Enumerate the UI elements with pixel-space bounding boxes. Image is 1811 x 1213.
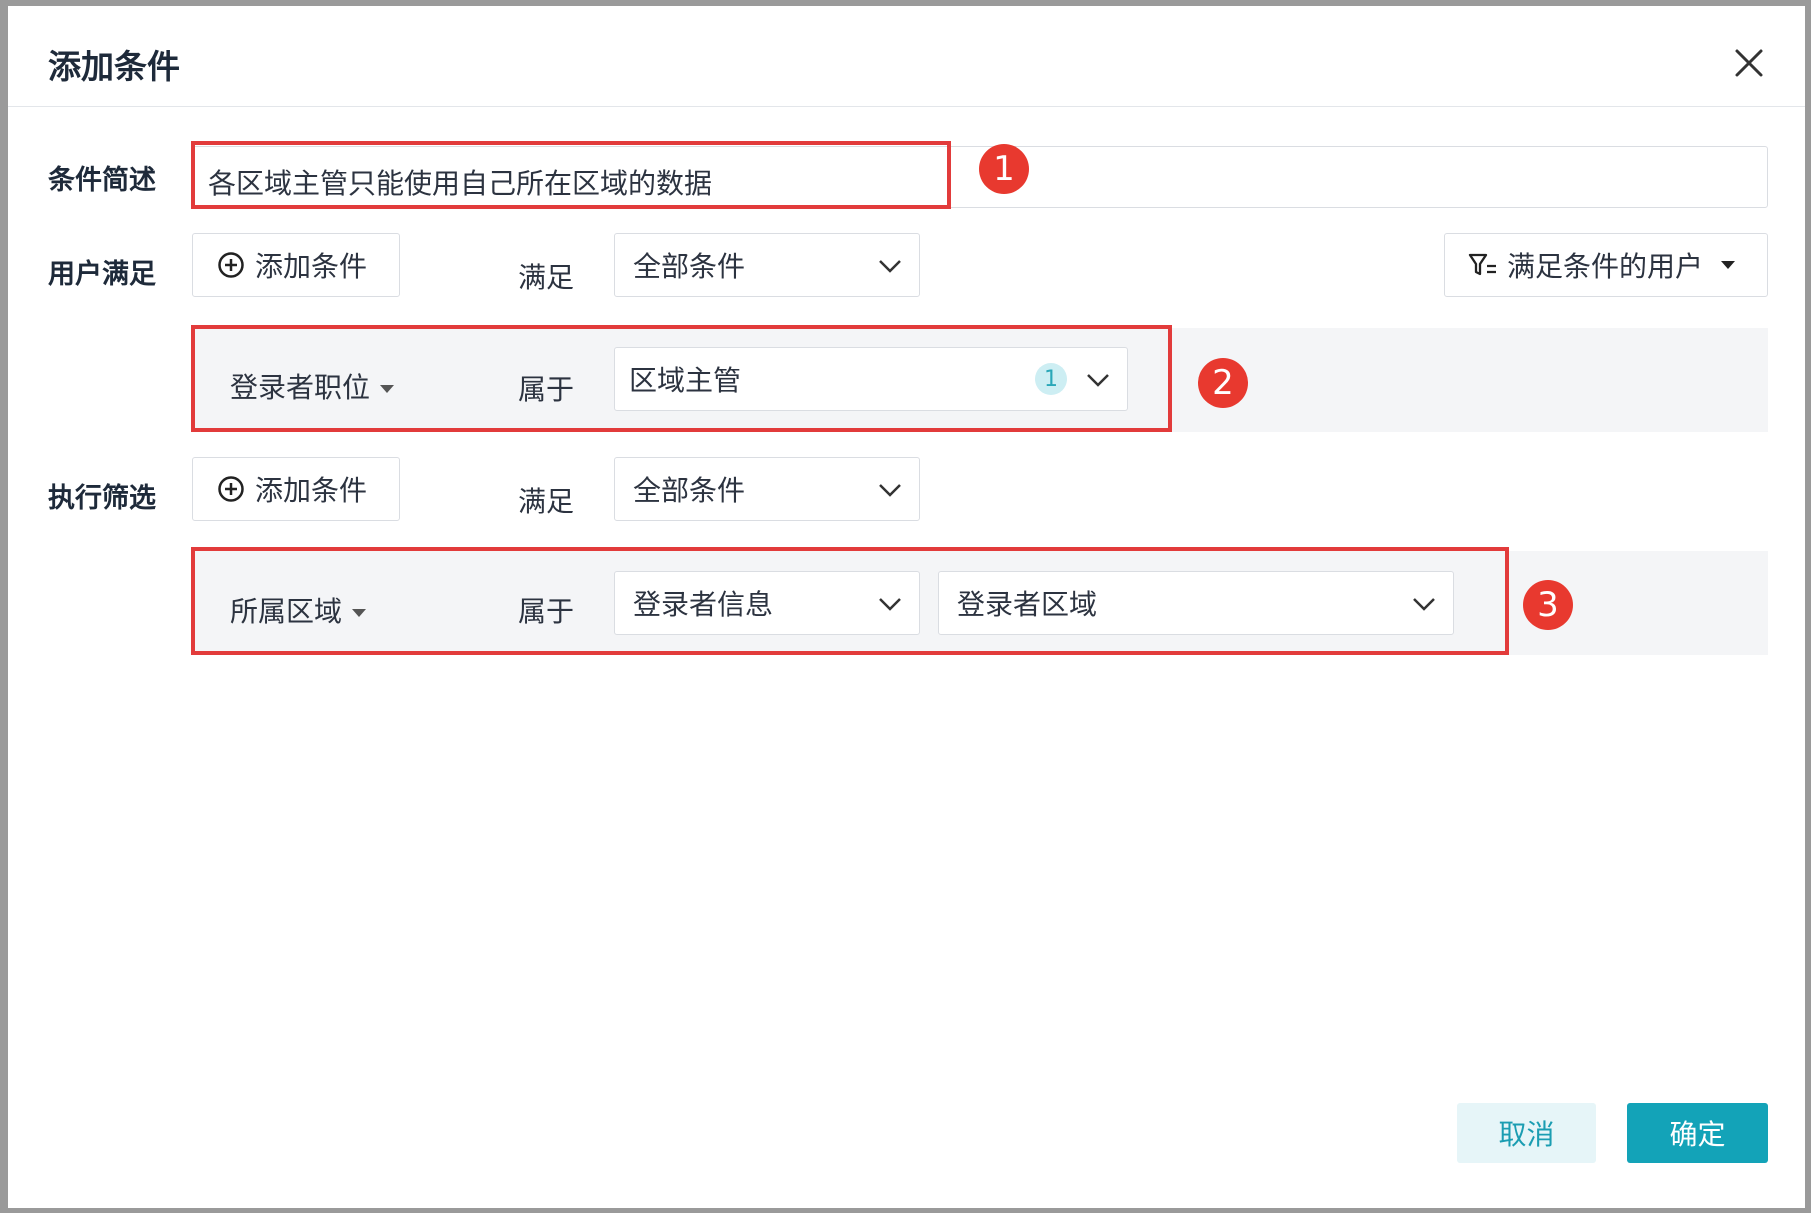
confirm-button[interactable]: 确定 — [1627, 1103, 1768, 1163]
filter-users-button[interactable]: 满足条件的用户 — [1444, 233, 1768, 297]
annotation-box-1 — [191, 141, 951, 209]
dialog-title: 添加条件 — [48, 47, 180, 86]
user-satisfy-select[interactable]: 全部条件 — [614, 233, 920, 297]
filter-add-condition-button[interactable]: 添加条件 — [192, 457, 400, 521]
filter-condition-label: 执行筛选 — [48, 483, 156, 514]
chevron-down-icon — [879, 484, 901, 497]
filter-add-condition-label: 添加条件 — [255, 474, 368, 507]
filter-users-label: 满足条件的用户 — [1507, 250, 1704, 283]
annotation-badge-3: 3 — [1523, 580, 1573, 630]
filter-satisfy-value: 全部条件 — [633, 474, 746, 507]
user-satisfy-label: 满足 — [518, 261, 575, 294]
user-condition-label: 用户满足 — [48, 259, 156, 290]
filter-satisfy-select[interactable]: 全部条件 — [614, 457, 920, 521]
user-add-condition-button[interactable]: 添加条件 — [192, 233, 400, 297]
user-satisfy-value: 全部条件 — [633, 250, 746, 283]
plus-circle-icon — [217, 475, 245, 503]
chevron-down-icon — [879, 260, 901, 273]
filter-satisfy-label: 满足 — [518, 485, 575, 518]
header-divider — [8, 106, 1805, 107]
description-label: 条件简述 — [48, 165, 156, 196]
annotation-box-2 — [191, 325, 1172, 432]
user-add-condition-label: 添加条件 — [255, 250, 368, 283]
annotation-badge-1: 1 — [979, 144, 1029, 194]
add-condition-dialog: 添加条件 条件简述 各区域主管只能使用自己所在区域的数据 1 用户满足 添加条件… — [8, 6, 1805, 1208]
annotation-badge-2: 2 — [1198, 358, 1248, 408]
cancel-button[interactable]: 取消 — [1457, 1103, 1596, 1163]
plus-circle-icon — [217, 251, 245, 279]
annotation-box-3 — [191, 547, 1509, 655]
caret-down-icon — [1721, 261, 1736, 269]
close-icon[interactable] — [1726, 40, 1772, 86]
user-filter-icon — [1467, 251, 1499, 279]
